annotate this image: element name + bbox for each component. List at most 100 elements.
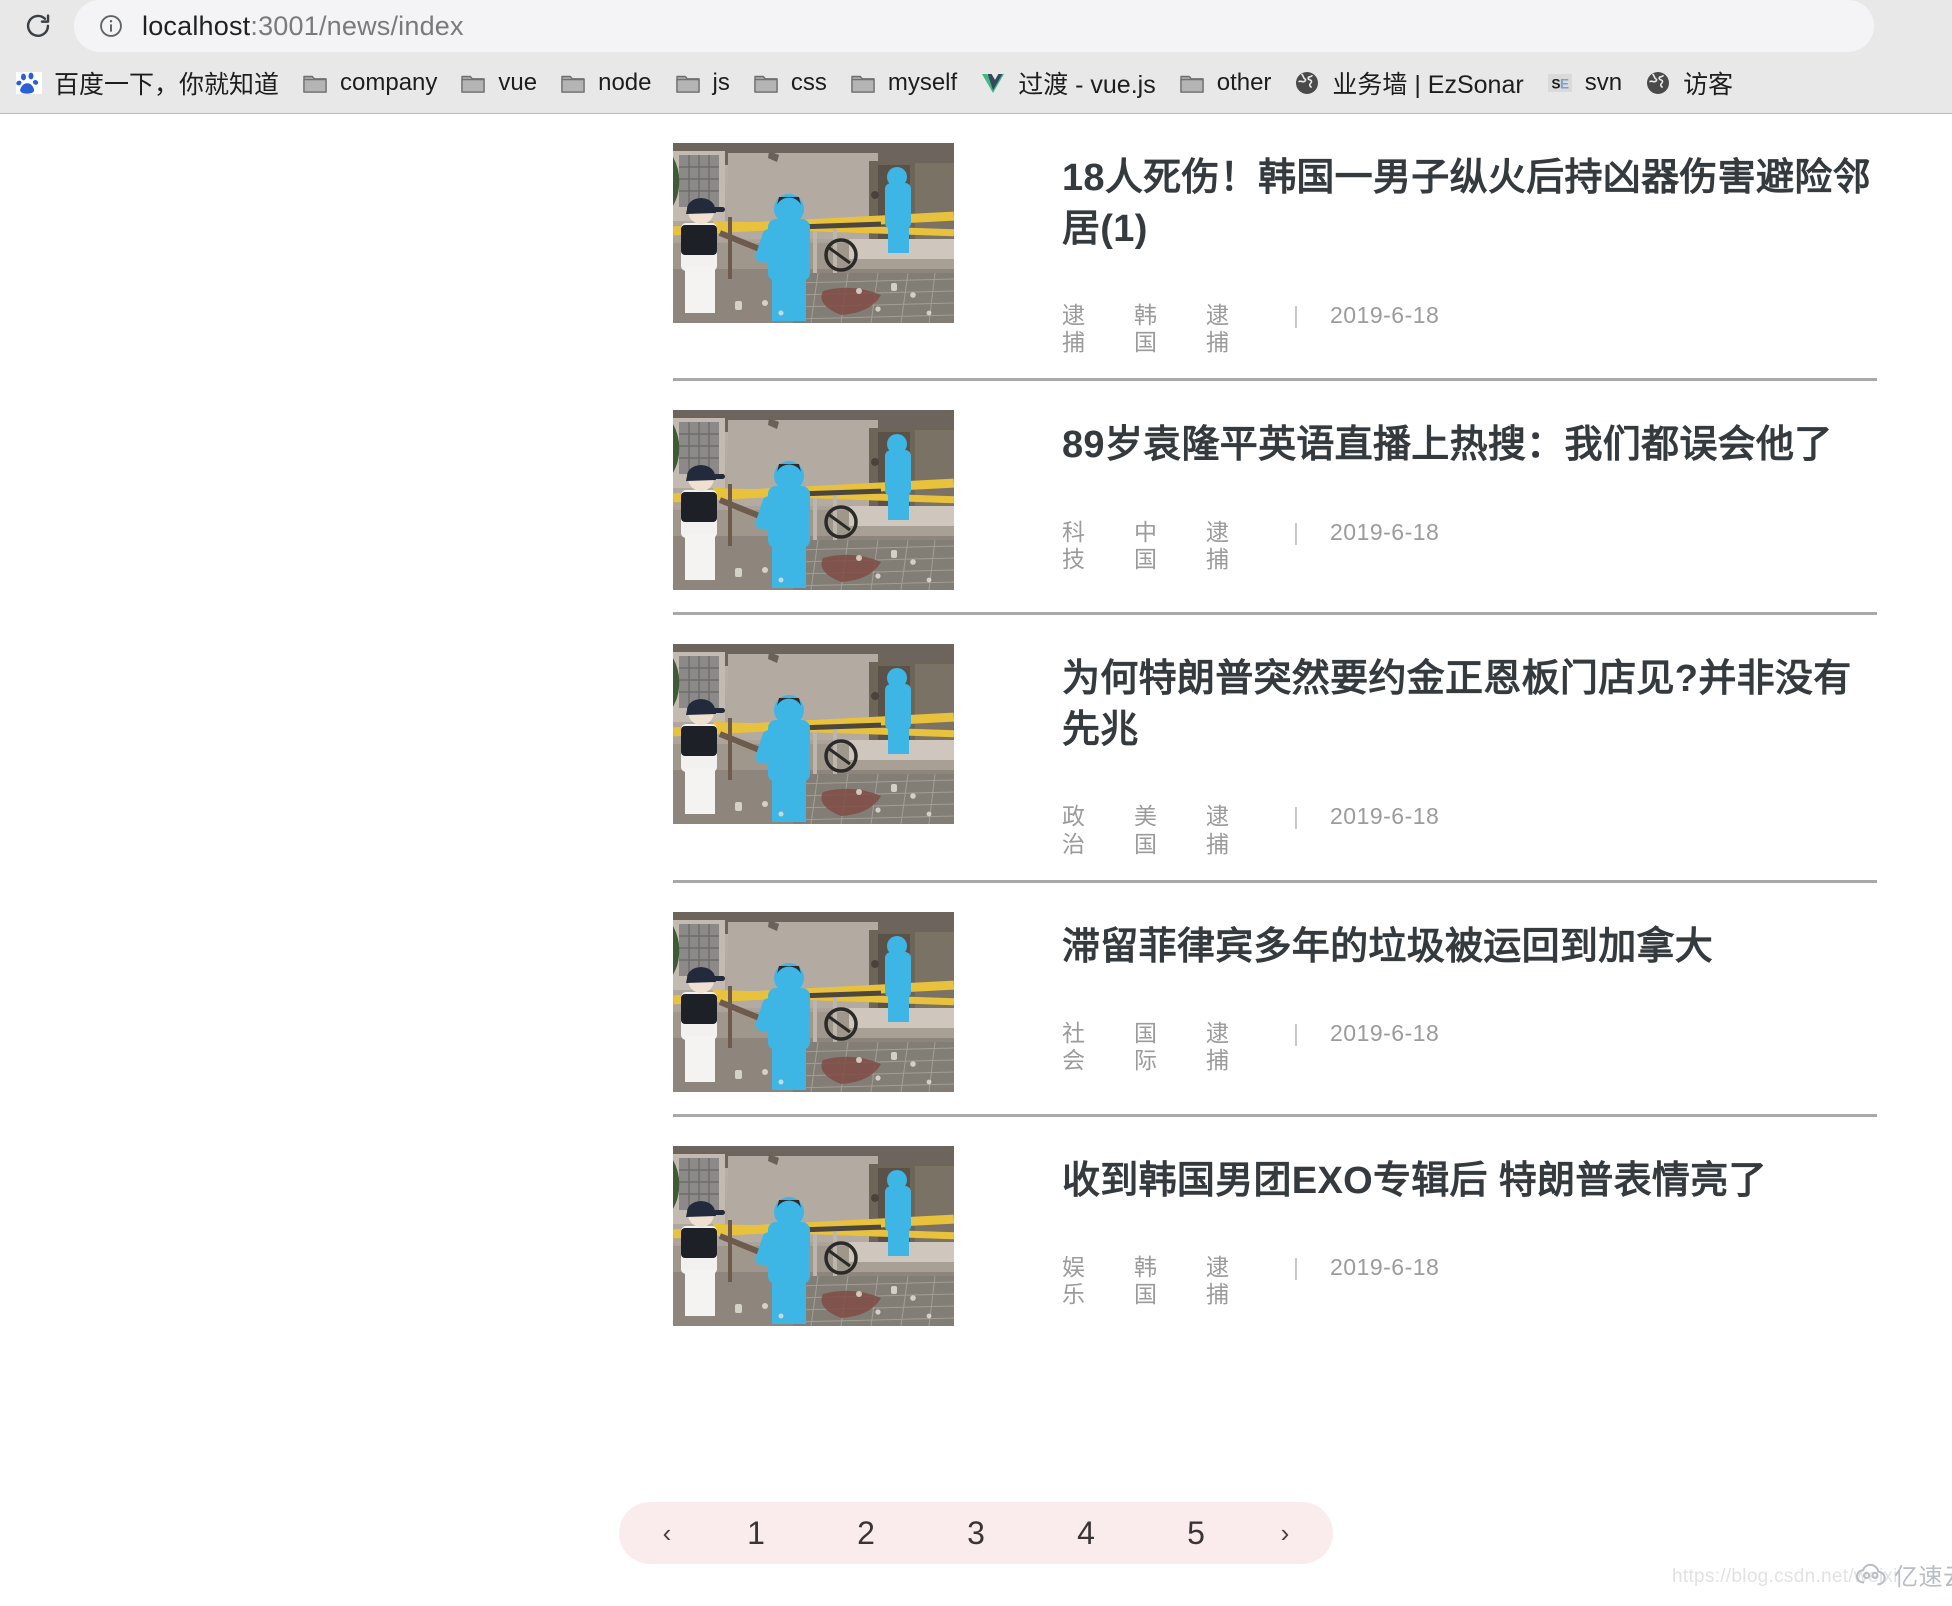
- bookmark-label: svn: [1584, 68, 1623, 96]
- news-tag[interactable]: 科技: [1062, 519, 1104, 573]
- bookmark-item-svn[interactable]: S E svn: [1537, 61, 1631, 105]
- folder-icon: [851, 75, 875, 93]
- news-tag[interactable]: 逮捕: [1206, 519, 1248, 573]
- meta-separator: |: [1293, 803, 1300, 830]
- news-date: 2019-6-18: [1329, 1020, 1440, 1047]
- folder-icon: [461, 75, 486, 93]
- bookmark-item-js[interactable]: js: [665, 61, 739, 105]
- bookmark-label: 过渡 - vue.js: [1018, 70, 1156, 99]
- news-thumbnail[interactable]: [673, 1145, 954, 1326]
- bookmark-item--[interactable]: 访客: [1635, 61, 1742, 105]
- news-thumbnail[interactable]: [673, 143, 954, 323]
- browser-toolbar: localhost:3001/news/index: [0, 0, 1952, 52]
- url-path: :3001/news/index: [250, 10, 464, 41]
- bookmark-label: 访客: [1683, 70, 1734, 99]
- bookmark-label: company: [340, 68, 438, 96]
- pagination-page-5[interactable]: 5: [1175, 1502, 1217, 1564]
- bookmark-label: node: [598, 68, 652, 96]
- bookmark-item-other[interactable]: other: [1169, 61, 1281, 105]
- news-tag[interactable]: 逮捕: [1206, 1254, 1248, 1308]
- news-title[interactable]: 为何特朗普突然要约金正恩板门店见?并非没有先兆: [1062, 654, 1877, 755]
- news-item[interactable]: 18人死伤！韩国一男子纵火后持凶器伤害避险邻居(1) 逮捕 韩国 逮捕 | 2019-6-…: [673, 114, 1877, 382]
- news-item[interactable]: 为何特朗普突然要约金正恩板门店见?并非没有先兆 政治 美国 逮捕 | 2019-6-18: [673, 615, 1877, 883]
- news-tag[interactable]: 中国: [1134, 519, 1176, 573]
- pagination-page-3[interactable]: 3: [955, 1502, 997, 1564]
- folder-icon: [561, 75, 585, 93]
- meta-separator: |: [1293, 1020, 1300, 1047]
- news-list: 18人死伤！韩国一男子纵火后持凶器伤害避险邻居(1) 逮捕 韩国 逮捕 | 2019-6-…: [673, 114, 1877, 1348]
- bookmark-item--ezsonar[interactable]: 业务墙 | EzSonar: [1284, 61, 1532, 105]
- url-host: localhost: [142, 10, 251, 41]
- globe-icon: [1647, 71, 1670, 94]
- bookmark-label: css: [790, 68, 827, 96]
- info-circle-icon[interactable]: [98, 13, 124, 39]
- news-tag[interactable]: 美国: [1134, 803, 1176, 857]
- se-icon: SE: [1547, 73, 1572, 92]
- news-tags: 娱乐 韩国 逮捕: [1062, 1254, 1293, 1308]
- news-meta: 社会 国际 逮捕 | 2019-6-18: [1062, 1020, 1877, 1074]
- news-tags: 社会 国际 逮捕: [1062, 1020, 1293, 1074]
- news-tag[interactable]: 逮捕: [1206, 803, 1248, 857]
- bookmark-item-myself[interactable]: myself: [840, 61, 966, 105]
- meta-separator: |: [1293, 1254, 1300, 1281]
- news-item[interactable]: 收到韩国男团EXO专辑后 特朗普表情亮了 娱乐 韩国 逮捕 | 2019-6-18: [673, 1117, 1877, 1348]
- news-tags: 科技 中国 逮捕: [1062, 519, 1293, 573]
- news-date: 2019-6-18: [1329, 1254, 1440, 1281]
- reload-icon: [26, 14, 50, 37]
- bookmark-label: 业务墙 | EzSonar: [1332, 70, 1524, 99]
- address-bar-url: localhost:3001/news/index: [142, 11, 464, 42]
- news-item[interactable]: 滞留菲律宾多年的垃圾被运回到加拿大 社会 国际 逮捕 | 2019-6-18: [673, 883, 1877, 1117]
- bookmark-item--vue-js[interactable]: 过渡 - vue.js: [970, 61, 1165, 105]
- news-tag[interactable]: 国际: [1134, 1020, 1176, 1074]
- news-tags: 政治 美国 逮捕: [1062, 803, 1293, 857]
- news-tag[interactable]: 逮捕: [1206, 1020, 1248, 1074]
- news-date: 2019-6-18: [1329, 302, 1440, 329]
- pagination-page-2[interactable]: 2: [845, 1502, 887, 1564]
- bookmark-label: myself: [887, 68, 958, 96]
- folder-icon: [754, 75, 778, 93]
- news-body: 收到韩国男团EXO专辑后 特朗普表情亮了 娱乐 韩国 逮捕 | 2019-6-18: [1062, 1146, 1877, 1309]
- meta-separator: |: [1293, 302, 1300, 329]
- news-tag[interactable]: 逮捕: [1206, 302, 1248, 356]
- bookmarks-bar: 百度一下，你就知道 company vue node js css myself 过渡 - v…: [0, 52, 1952, 115]
- news-item[interactable]: 89岁袁隆平英语直播上热搜：我们都误会他了 科技 中国 逮捕 | 2019-6-18: [673, 381, 1877, 616]
- bookmark-item-company[interactable]: company: [292, 61, 446, 105]
- news-tag[interactable]: 逮捕: [1062, 302, 1104, 356]
- news-meta: 逮捕 韩国 逮捕 | 2019-6-18: [1062, 302, 1877, 356]
- news-date: 2019-6-18: [1329, 803, 1440, 830]
- folder-icon: [675, 75, 700, 93]
- globe-icon: [1296, 71, 1319, 94]
- pagination-prev-icon[interactable]: ‹: [655, 1502, 679, 1564]
- news-thumbnail[interactable]: [673, 410, 954, 591]
- browser-chrome: localhost:3001/news/index 百度一下，你就知道 compa…: [0, 0, 1952, 115]
- news-thumbnail[interactable]: [673, 911, 954, 1092]
- news-tag[interactable]: 娱乐: [1062, 1254, 1104, 1308]
- pagination-next-icon[interactable]: ›: [1273, 1502, 1297, 1564]
- news-tag[interactable]: 韩国: [1134, 1254, 1176, 1308]
- pagination-page-4[interactable]: 4: [1065, 1502, 1107, 1564]
- bookmark-item-node[interactable]: node: [550, 61, 660, 105]
- news-title[interactable]: 收到韩国男团EXO专辑后 特朗普表情亮了: [1062, 1156, 1877, 1207]
- news-body: 89岁袁隆平英语直播上热搜：我们都误会他了 科技 中国 逮捕 | 2019-6-18: [1062, 410, 1877, 573]
- news-tag[interactable]: 韩国: [1134, 302, 1176, 356]
- news-title[interactable]: 89岁袁隆平英语直播上热搜：我们都误会他了: [1062, 420, 1877, 471]
- bookmark-item--[interactable]: 百度一下，你就知道: [6, 61, 288, 105]
- baidu-paw-icon: [16, 71, 42, 94]
- news-tag[interactable]: 政治: [1062, 803, 1104, 857]
- bookmark-item-css[interactable]: css: [743, 61, 836, 105]
- news-body: 滞留菲律宾多年的垃圾被运回到加拿大 社会 国际 逮捕 | 2019-6-18: [1062, 912, 1877, 1075]
- news-thumbnail[interactable]: [673, 644, 954, 825]
- address-bar[interactable]: localhost:3001/news/index: [74, 0, 1874, 52]
- news-title[interactable]: 18人死伤！韩国一男子纵火后持凶器伤害避险邻居(1): [1062, 153, 1877, 254]
- pagination-container: ‹ 1 2 3 4 5 ›: [0, 1502, 1952, 1564]
- news-title[interactable]: 滞留菲律宾多年的垃圾被运回到加拿大: [1062, 922, 1877, 973]
- news-date: 2019-6-18: [1329, 518, 1440, 545]
- svg-text:E: E: [1560, 76, 1569, 91]
- pagination-page-1[interactable]: 1: [735, 1502, 777, 1564]
- news-tags: 逮捕 韩国 逮捕: [1062, 302, 1293, 356]
- folder-icon: [303, 75, 327, 93]
- news-tag[interactable]: 社会: [1062, 1020, 1104, 1074]
- pagination: ‹ 1 2 3 4 5 ›: [619, 1502, 1333, 1564]
- reload-button[interactable]: [18, 7, 58, 47]
- bookmark-item-vue[interactable]: vue: [450, 61, 546, 105]
